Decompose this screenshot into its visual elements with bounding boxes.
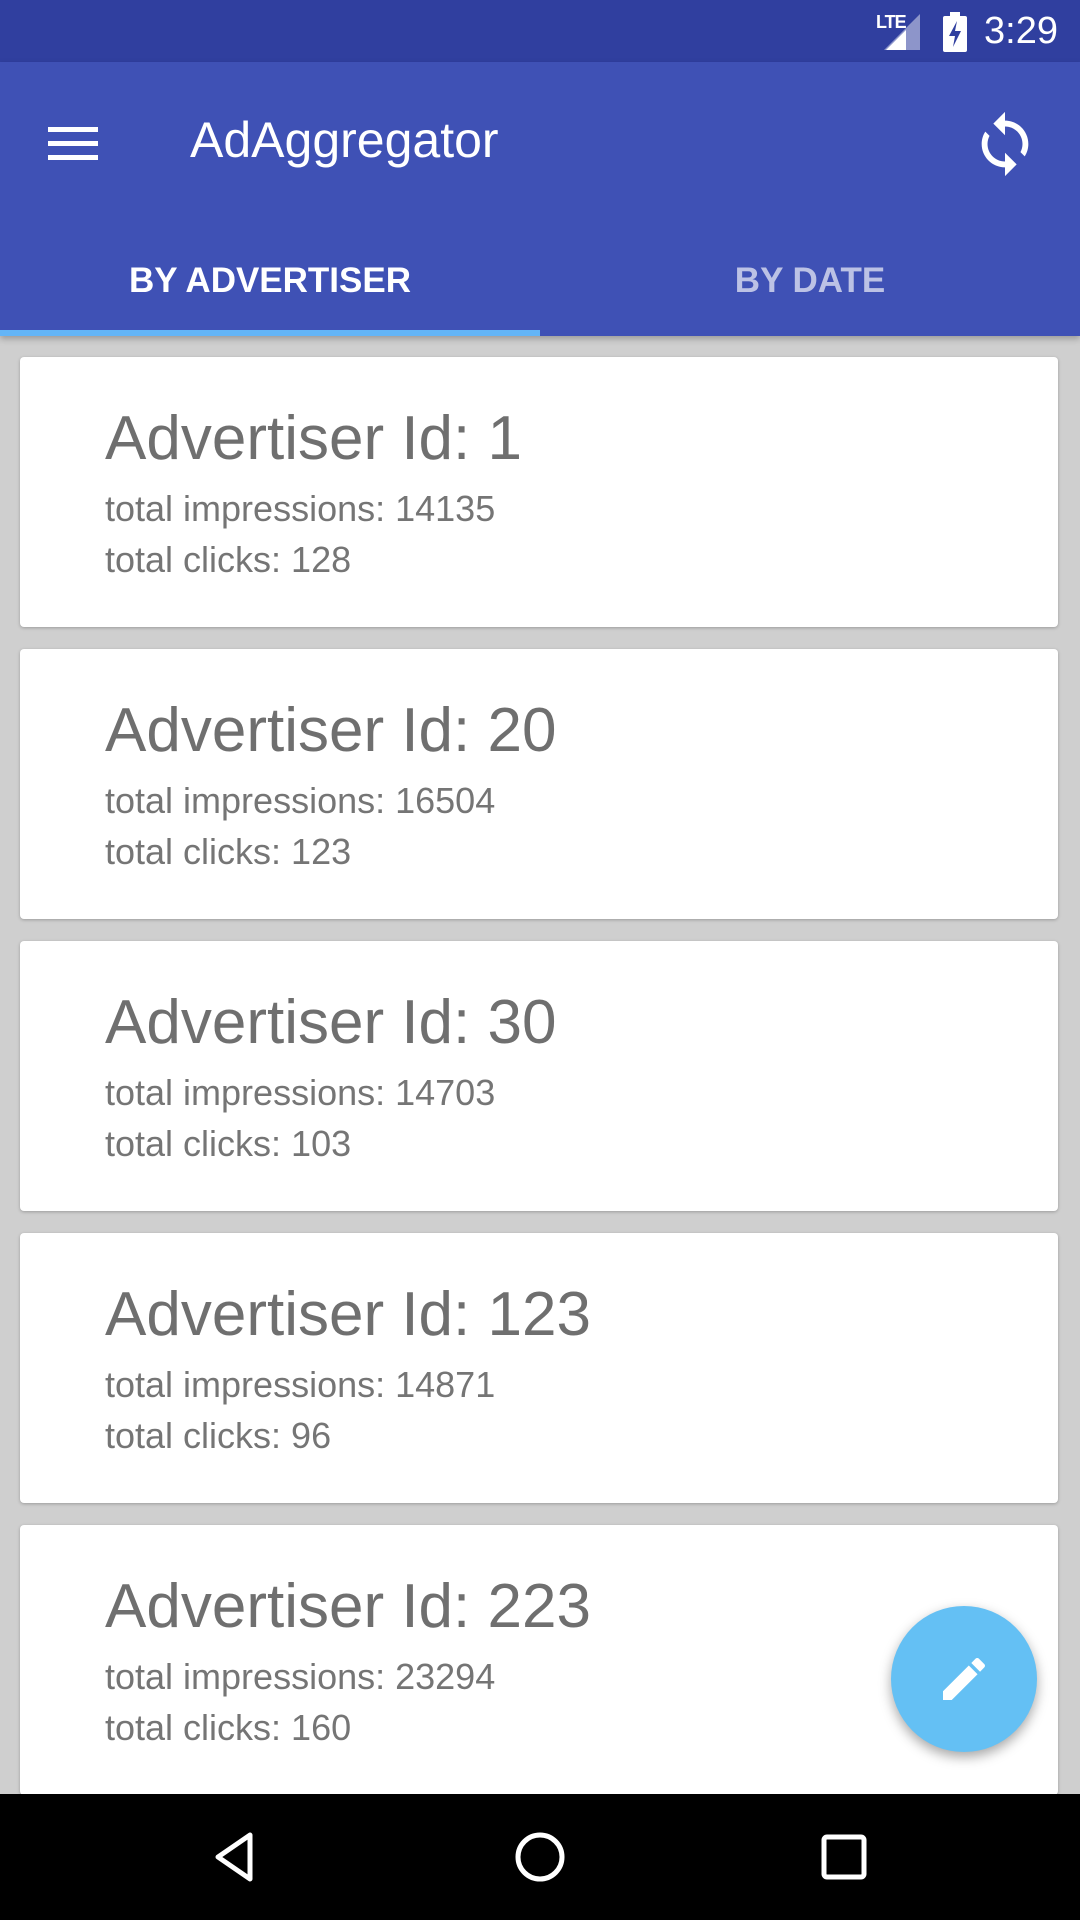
tab-bar: BY ADVERTISER BY DATE [0,226,1080,336]
total-impressions: total impressions: 14703 [105,1072,496,1113]
advertiser-id: Advertiser Id: 30 [105,988,557,1057]
app-screen: LTE 3:29 AdAggregator BY ADVERTISER BY D… [0,0,1080,1920]
advertiser-card[interactable]: Advertiser Id: 123 total impressions: 14… [20,1233,1058,1503]
advertiser-id: Advertiser Id: 223 [105,1572,591,1641]
system-nav-bar [0,1794,1080,1920]
total-impressions: total impressions: 23294 [105,1656,496,1697]
status-bar: LTE 3:29 [0,0,1080,62]
tab-by-date[interactable]: BY DATE [540,226,1080,336]
total-clicks: total clicks: 103 [105,1123,352,1164]
edit-fab-button[interactable] [891,1606,1037,1752]
total-clicks: total clicks: 128 [105,539,352,580]
sync-icon[interactable] [970,100,1040,188]
advertiser-list[interactable]: Advertiser Id: 1 total impressions: 1413… [0,336,1080,1794]
total-clicks: total clicks: 160 [105,1707,352,1748]
recent-apps-icon[interactable] [814,1827,874,1887]
app-bar: AdAggregator BY ADVERTISER BY DATE [0,62,1080,336]
home-icon[interactable] [510,1827,570,1887]
total-clicks: total clicks: 96 [105,1415,332,1456]
pencil-icon [943,1657,986,1700]
total-impressions: total impressions: 14871 [105,1364,496,1405]
advertiser-card[interactable]: Advertiser Id: 20 total impressions: 165… [20,649,1058,919]
clock: 3:29 [984,10,1058,52]
total-clicks: total clicks: 123 [105,831,352,872]
tab-by-advertiser[interactable]: BY ADVERTISER [0,226,540,336]
tab-indicator [0,330,540,336]
app-title: AdAggregator [190,112,499,168]
hamburger-menu-icon[interactable] [46,117,100,171]
advertiser-id: Advertiser Id: 20 [105,696,557,765]
advertiser-card[interactable]: Advertiser Id: 1 total impressions: 1413… [20,357,1058,627]
cell-signal-icon [884,14,920,50]
back-icon[interactable] [206,1827,266,1887]
total-impressions: total impressions: 14135 [105,488,496,529]
total-impressions: total impressions: 16504 [105,780,496,821]
battery-charging-icon [943,12,967,52]
advertiser-id: Advertiser Id: 1 [105,404,522,473]
advertiser-id: Advertiser Id: 123 [105,1280,591,1349]
advertiser-card[interactable]: Advertiser Id: 30 total impressions: 147… [20,941,1058,1211]
